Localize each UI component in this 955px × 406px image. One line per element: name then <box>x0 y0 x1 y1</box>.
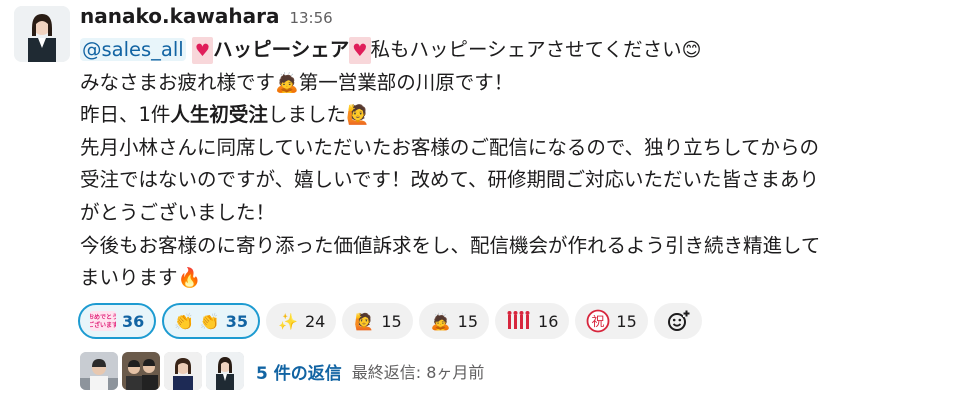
person-raising-hand-emoji-icon: 🙋 <box>345 104 370 127</box>
reaction-count: 15 <box>457 311 479 331</box>
reaction-count: 36 <box>122 311 145 331</box>
last-reply-time: 最終返信: 8ヶ月前 <box>351 363 485 382</box>
message-header: nanako.kawahara 13:56 <box>80 4 940 34</box>
reply-avatar <box>164 352 202 390</box>
message-line-8: まいります🔥 <box>80 262 940 295</box>
reaction-banzai[interactable]: 16 <box>495 303 570 339</box>
user-avatar[interactable] <box>14 6 70 62</box>
svg-text:ございます: ございます <box>90 321 116 329</box>
message-line-2: みなさまお疲れ様です🙇第一営業部の川原です！ <box>80 67 940 100</box>
svg-text:祝: 祝 <box>592 315 605 330</box>
message-text: まいります <box>80 266 178 290</box>
message-body: @sales_all ♥ ハッピーシェア ♥ 私もハッピーシェアさせてください😊 みな… <box>80 34 940 295</box>
iwai-stamp-icon: 祝 <box>586 309 610 333</box>
banzai-stamp-icon <box>506 310 532 332</box>
user-group-mention[interactable]: @sales_all <box>80 38 186 61</box>
reaction-sparkles[interactable]: ✨ 24 <box>265 303 337 339</box>
add-reaction-button[interactable] <box>653 303 702 339</box>
message-line-3: 昨日、1件人生初受注しました🙋 <box>80 99 940 132</box>
reply-avatar <box>122 352 160 390</box>
reply-avatar <box>206 352 244 390</box>
person-bowing-icon: 🙇 <box>430 311 451 331</box>
message-content: nanako.kawahara 13:56 @sales_all ♥ ハッピーシェ… <box>80 4 940 295</box>
reaction-count: 35 <box>225 311 248 331</box>
reaction-count: 15 <box>616 311 637 331</box>
reaction-iwai[interactable]: 祝 15 <box>575 303 648 339</box>
person-bowing-emoji-icon: 🙇 <box>275 71 299 94</box>
reaction-clap[interactable]: 👏 👏 35 <box>162 303 260 339</box>
timestamp[interactable]: 13:56 <box>289 9 332 27</box>
reaction-count: 24 <box>304 311 326 331</box>
reaction-bar: おめでとう ございます 36 👏 👏 35 ✨ 24 🙋 15 🙇 15 16 祝… <box>78 303 702 339</box>
message-text: 第一営業部の川原です！ <box>298 70 514 94</box>
message-line-1: @sales_all ♥ ハッピーシェア ♥ 私もハッピーシェアさせてください😊 <box>80 34 940 67</box>
reaction-omedetou[interactable]: おめでとう ございます 36 <box>78 303 157 339</box>
heart-icon: ♥ <box>349 37 371 64</box>
svg-text:おめでとう: おめでとう <box>90 313 116 321</box>
message-text: 私もハッピーシェアさせてください <box>370 38 682 61</box>
reaction-bowing[interactable]: 🙇 15 <box>418 303 490 339</box>
message-text: みなさまお疲れ様です <box>80 70 276 94</box>
message-line-5: 受注ではないのですが、嬉しいです！改めて、研修期間ご対応いただいた皆さまあり <box>80 168 820 192</box>
message-line-6: がとうございました！ <box>80 200 276 224</box>
add-emoji-icon <box>666 310 690 332</box>
person-raising-hand-icon: 🙋 <box>354 311 375 331</box>
reaction-raising-hand[interactable]: 🙋 15 <box>342 303 413 339</box>
bold-text: 人生初受注 <box>170 103 268 127</box>
thread-summary[interactable]: 5 件の返信 最終返信: 8ヶ月前 <box>80 352 484 390</box>
message-line-7: 今後もお客様のに寄り添った価値訴求をし、配信機会が作れるよう引き続き精進して <box>80 233 821 257</box>
clap-icon: 👏 👏 <box>174 311 220 331</box>
omedetou-stamp-icon: おめでとう ございます <box>90 310 116 332</box>
reaction-count: 16 <box>538 311 559 331</box>
message-line-4: 先月小林さんに同席していただいたお客様のご配信になるので、独り立ちしてからの <box>80 135 820 159</box>
reaction-count: 15 <box>381 311 402 331</box>
message-text: しました <box>267 103 346 127</box>
happy-share-phrase: ハッピーシェア <box>213 38 350 61</box>
reply-avatar <box>80 352 118 390</box>
fire-emoji-icon: 🔥 <box>177 267 202 290</box>
smile-emoji-icon: 😊 <box>681 39 702 61</box>
username[interactable]: nanako.kawahara <box>80 4 279 28</box>
heart-icon: ♥ <box>191 37 214 64</box>
sparkles-icon: ✨ <box>277 311 298 331</box>
reply-count-link[interactable]: 5 件の返信 <box>256 359 342 384</box>
message-text: 昨日、1件 <box>80 103 171 127</box>
